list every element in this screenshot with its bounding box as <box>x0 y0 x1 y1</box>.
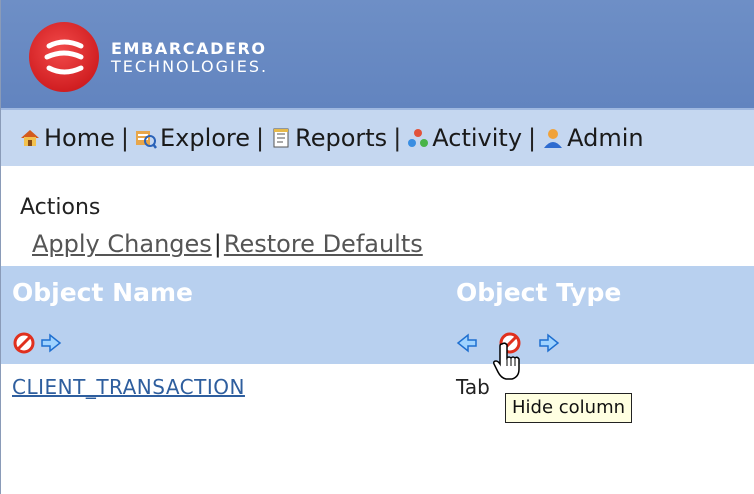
admin-icon <box>542 127 564 149</box>
logo-line2: TECHNOLOGIES. <box>111 57 269 76</box>
hand-cursor-icon <box>492 342 526 386</box>
nav-bar: Home | Explore | Reports | Activity | Ad… <box>1 108 754 166</box>
actions-label: Actions <box>20 195 101 220</box>
embarcadero-logo-icon <box>29 22 99 92</box>
apply-changes-link[interactable]: Apply Changes <box>32 230 212 258</box>
actions-separator: | <box>213 230 222 258</box>
restore-defaults-link[interactable]: Restore Defaults <box>224 230 423 258</box>
move-right-arrow-icon[interactable] <box>41 333 62 353</box>
actions-links: Apply Changes|Restore Defaults <box>32 230 423 258</box>
home-icon <box>19 127 41 149</box>
nav-item-label: Explore <box>159 124 251 152</box>
column-header-object-name[interactable]: Object Name <box>12 278 193 307</box>
nav-item-admin[interactable]: Admin <box>542 124 644 152</box>
nav-item-label: Reports <box>295 124 388 152</box>
nav-separator: | <box>393 124 402 152</box>
column-header-object-type[interactable]: Object Type <box>456 278 621 307</box>
nav-item-label: Admin <box>567 124 644 152</box>
nav-item-label: Home <box>44 124 115 152</box>
object-type-cell: Tab <box>456 375 490 399</box>
nav-separator: | <box>120 124 129 152</box>
nav-item-reports[interactable]: Reports <box>270 124 387 152</box>
logo-text: EMBARCADERO TECHNOLOGIES. <box>111 40 268 76</box>
nav-item-activity[interactable]: Activity <box>407 124 522 152</box>
reports-icon <box>270 127 292 149</box>
move-left-arrow-icon[interactable] <box>456 333 477 353</box>
move-right-arrow-icon[interactable] <box>539 333 560 353</box>
nav-item-label: Activity <box>432 124 523 152</box>
column-controls-object-name <box>12 330 64 360</box>
nav-separator: | <box>528 124 537 152</box>
explore-icon <box>135 127 157 149</box>
activity-icon <box>407 127 429 149</box>
object-name-link[interactable]: CLIENT_TRANSACTION <box>12 375 245 399</box>
nav-separator: | <box>256 124 265 152</box>
tooltip: Hide column <box>505 393 633 423</box>
nav-item-home[interactable]: Home <box>19 124 115 152</box>
hide-column-icon[interactable] <box>13 332 35 354</box>
logo-line1: EMBARCADERO <box>111 39 267 58</box>
header-banner: EMBARCADERO TECHNOLOGIES. <box>1 0 754 108</box>
nav-item-explore[interactable]: Explore <box>135 124 250 152</box>
